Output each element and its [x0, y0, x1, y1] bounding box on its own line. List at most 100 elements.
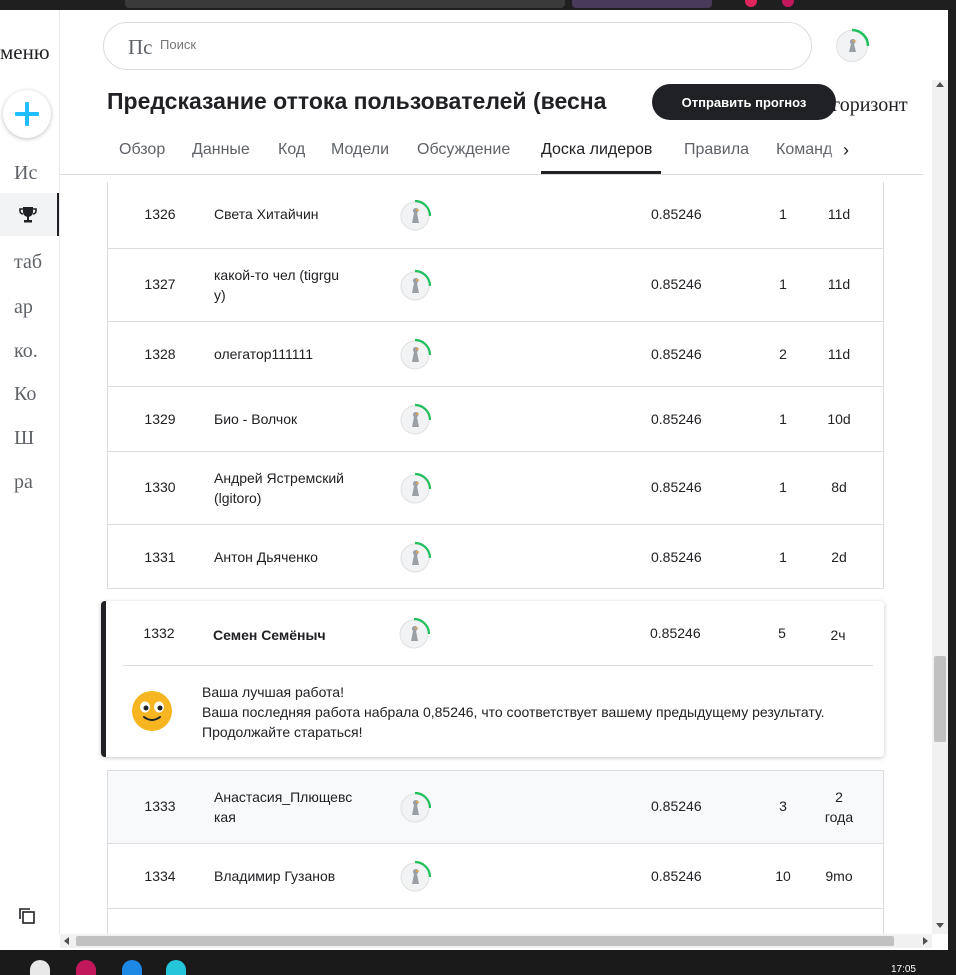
team-name[interactable]: Семен Семёныч — [213, 625, 363, 645]
search-bar[interactable]: Пс — [103, 22, 812, 70]
sidebar-item-competitions[interactable] — [0, 193, 59, 236]
team-name[interactable]: какой-то чел (tigrgu y) — [214, 265, 354, 305]
tab-overview[interactable]: Обзор — [119, 141, 165, 159]
chevron-right-icon[interactable]: › — [843, 140, 849, 161]
scrollbar-thumb[interactable] — [934, 656, 946, 742]
scroll-right-arrow-icon[interactable] — [923, 937, 928, 945]
entries: 1 — [779, 411, 787, 427]
my-entry-card: 1332 Семен Семёныч 0.85246 5 2ч Ваша луч… — [101, 601, 884, 757]
team-avatar[interactable] — [398, 199, 432, 238]
rank: 1326 — [144, 206, 176, 222]
team-avatar[interactable] — [398, 860, 432, 899]
window-edge — [948, 10, 956, 950]
scroll-left-arrow-icon[interactable] — [64, 937, 69, 945]
competition-tabs: Обзор Данные Код Модели Обсуждение Доска… — [60, 130, 923, 175]
submit-prediction-button[interactable]: Отправить прогноз — [652, 84, 836, 120]
score: 0.85246 — [651, 206, 702, 222]
score: 0.85246 — [651, 346, 702, 362]
sidebar-item-discussions[interactable]: Ко — [14, 383, 36, 406]
horizontal-scrollbar[interactable] — [60, 934, 932, 948]
team-avatar[interactable] — [398, 791, 432, 830]
table-row[interactable]: 1326 Света Хитайчин 0.85246 1 11d — [108, 182, 883, 248]
table-row[interactable]: 1329 Био - Волчок 0.85246 1 10d — [108, 386, 883, 451]
team-avatar[interactable] — [398, 472, 432, 511]
team-avatar[interactable] — [398, 541, 432, 580]
last-submission: 10d — [827, 411, 851, 427]
rank: 1334 — [144, 868, 176, 884]
entries: 1 — [779, 549, 787, 565]
result-message: Ваша лучшая работа! Ваша последняя работ… — [202, 682, 824, 742]
team-avatar[interactable] — [398, 403, 432, 442]
team-name[interactable]: Антон Дьяченко — [214, 547, 364, 567]
score: 0.85246 — [651, 276, 702, 292]
team-name[interactable]: Света Хитайчин — [214, 204, 364, 224]
start-icon[interactable] — [30, 960, 50, 975]
team-avatar[interactable] — [398, 338, 432, 377]
last-submission: 2d — [831, 549, 847, 565]
team-name[interactable]: олегатор111111 — [214, 344, 364, 364]
scroll-up-arrow-icon[interactable] — [936, 82, 944, 87]
goose-avatar-icon — [400, 860, 432, 892]
sidebar-item-models[interactable]: ар — [14, 296, 33, 319]
tab-code[interactable]: Код — [278, 141, 305, 159]
sidebar-item-learn[interactable]: Ш — [14, 427, 34, 450]
rank: 1332 — [143, 625, 175, 641]
entries: 10 — [775, 868, 791, 884]
menu-label[interactable]: меню — [0, 40, 50, 65]
os-taskbar: 17:05 — [0, 950, 956, 975]
progress-ring-icon — [851, 28, 870, 47]
scroll-down-arrow-icon[interactable] — [936, 923, 944, 928]
table-row[interactable]: 1330 Андрей Ястремский (lgitoro) 0.85246… — [108, 451, 883, 524]
tab-leaderboard[interactable]: Доска лидеров — [541, 141, 652, 159]
app-icon[interactable] — [76, 960, 96, 975]
user-avatar[interactable] — [836, 28, 870, 62]
vertical-scrollbar[interactable] — [932, 80, 948, 934]
score: 0.85246 — [651, 411, 702, 427]
team-name[interactable]: Био - Волчок — [214, 409, 364, 429]
rank: 1330 — [144, 479, 176, 495]
table-row[interactable]: 1328 олегатор111111 0.85246 2 11d — [108, 321, 883, 386]
plus-icon — [15, 102, 39, 126]
scrollbar-thumb[interactable] — [76, 936, 894, 946]
app-icon[interactable] — [122, 960, 142, 975]
table-row[interactable]: 1333 Анастасия_Плющевс кая 0.85246 3 2 г… — [108, 770, 883, 843]
sidebar-item-more[interactable]: ра — [14, 471, 33, 494]
goose-avatar-icon — [400, 338, 432, 370]
entries: 1 — [779, 479, 787, 495]
left-sidebar: меню Ис таб ар ко. Ко Ш ра — [0, 10, 60, 934]
leaderboard-table: 1326 Света Хитайчин 0.85246 1 11d 1327 к… — [107, 182, 884, 589]
browser-tab[interactable] — [572, 0, 712, 8]
sidebar-item-datasets[interactable]: таб — [14, 251, 42, 274]
team-name[interactable]: Андрей Ястремский (lgitoro) — [214, 468, 364, 508]
rank: 1333 — [144, 798, 176, 814]
team-name[interactable]: Владимир Гузанов — [214, 866, 364, 886]
score: 0.85246 — [651, 549, 702, 565]
tab-discussion[interactable]: Обсуждение — [417, 141, 510, 159]
tab-rules[interactable]: Правила — [684, 141, 749, 159]
sidebar-item-code[interactable]: ко. — [14, 340, 38, 363]
goose-avatar-icon — [399, 617, 431, 649]
tab-team[interactable]: Команд — [776, 141, 832, 159]
table-row[interactable]: 1331 Антон Дьяченко 0.85246 1 2d — [108, 524, 883, 588]
last-submission: 9mo — [825, 868, 853, 884]
team-avatar[interactable] — [397, 617, 431, 656]
recording-icon — [745, 0, 757, 7]
search-input[interactable] — [160, 37, 760, 52]
result-message-encouragement: Продолжайте стараться! — [202, 724, 363, 740]
team-avatar[interactable] — [398, 269, 432, 308]
app-icon[interactable] — [166, 960, 186, 975]
table-row[interactable]: 1327 какой-то чел (tigrgu y) 0.85246 1 1… — [108, 248, 883, 321]
copy-icon[interactable] — [17, 906, 37, 926]
tab-models[interactable]: Модели — [331, 141, 389, 159]
browser-tab-strip — [0, 0, 956, 10]
browser-tab[interactable] — [125, 0, 565, 8]
table-row[interactable]: 1334 Владимир Гузанов 0.85246 10 9mo — [108, 843, 883, 908]
team-name[interactable]: Анастасия_Плющевс кая — [214, 787, 362, 827]
create-button[interactable] — [3, 90, 51, 138]
last-submission: 2ч — [830, 627, 846, 643]
tab-data[interactable]: Данные — [192, 141, 250, 159]
entries: 3 — [779, 798, 787, 814]
last-submission: 8d — [831, 479, 847, 495]
sidebar-item-home[interactable]: Ис — [14, 162, 37, 185]
recording-icon — [782, 0, 794, 7]
